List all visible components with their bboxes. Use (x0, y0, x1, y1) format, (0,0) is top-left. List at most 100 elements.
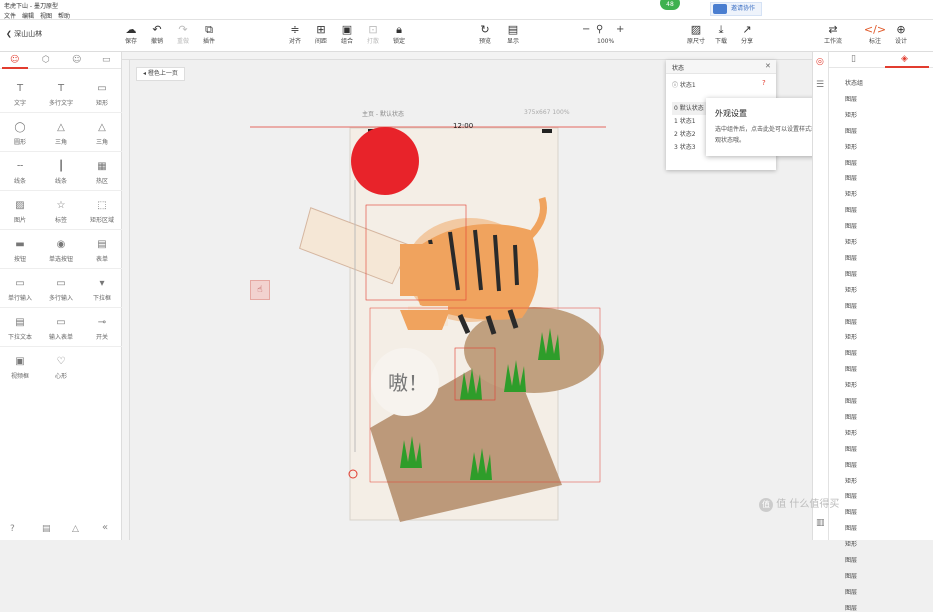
component-T[interactable]: T 文字 (0, 74, 40, 112)
component-star[interactable]: ☆ 标签 (41, 191, 81, 229)
plugin-button[interactable]: ⧉ 插件 (194, 23, 224, 45)
search-icon[interactable]: ⚲ (596, 24, 603, 35)
line-icon: ╌ (16, 161, 24, 172)
current-state[interactable]: ⓘ 状态1 (672, 80, 696, 89)
layer-item[interactable]: 矩形 (845, 428, 857, 437)
layer-item[interactable]: 图层 (845, 364, 857, 373)
close-icon[interactable]: ✕ (765, 62, 771, 70)
layer-item[interactable]: 图层 (845, 173, 857, 182)
layer-item[interactable]: 图层 (845, 269, 857, 278)
grid-divider (0, 112, 122, 113)
menu-help[interactable]: 帮助 (58, 11, 70, 20)
display-button[interactable]: ▤ 显示 (498, 23, 528, 45)
project-name[interactable]: ❮ 深山山林 (6, 29, 42, 39)
layer-item[interactable]: 矩形 (845, 285, 857, 294)
zoom-level[interactable]: 100% (597, 38, 614, 45)
share-invite-button[interactable]: 邀请协作 (710, 2, 762, 16)
target-icon[interactable]: ◎ (816, 57, 824, 67)
filter-icon[interactable]: ▥ (816, 518, 825, 528)
layer-item[interactable]: 矩形 (845, 110, 857, 119)
layer-item[interactable]: 图层 (845, 412, 857, 421)
page-icon[interactable]: ▭ (102, 55, 111, 65)
component-line[interactable]: ╌ 线条 (0, 152, 40, 190)
component-heart[interactable]: ♡ 心形 (41, 347, 81, 385)
layer-item[interactable]: 图层 (845, 571, 857, 580)
layer-item[interactable]: 图层 (845, 317, 857, 326)
share-icon: ↗ (742, 23, 752, 36)
layer-item[interactable]: 图层 (845, 126, 857, 135)
component-triangle[interactable]: △ 三角 (41, 113, 81, 151)
textarea-icon: ▭ (56, 278, 66, 289)
layer-item[interactable]: 图层 (845, 221, 857, 230)
component-hotspot[interactable]: ▦ 热区 (82, 152, 122, 190)
layer-item[interactable]: 图层 (845, 444, 857, 453)
component-area[interactable]: ⬚ 矩形区域 (82, 191, 122, 229)
emoji-icon[interactable]: ☺ (72, 55, 81, 65)
layer-item[interactable]: 图层 (845, 555, 857, 564)
smile-icon[interactable]: ☺ (10, 55, 19, 65)
workflow-button[interactable]: ⇄ 工作流 (818, 23, 848, 45)
component-triangle[interactable]: △ 三角 (82, 113, 122, 151)
component-switch[interactable]: ⊸ 开关 (82, 308, 122, 346)
sun-shape[interactable] (351, 127, 419, 195)
layers-icon[interactable]: ◈ (901, 54, 908, 64)
component-rect[interactable]: ▭ 矩形 (82, 74, 122, 112)
T-icon: T (57, 83, 65, 94)
layer-item[interactable]: 图层 (845, 253, 857, 262)
shape-icon[interactable]: △ (72, 524, 79, 534)
layer-item[interactable]: 图层 (845, 460, 857, 469)
layer-item[interactable]: 矩形 (845, 332, 857, 341)
preview-button[interactable]: ↻ 预览 (470, 23, 500, 45)
component-icon[interactable]: ⬡ (42, 55, 50, 65)
layer-item[interactable]: 矩形 (845, 476, 857, 485)
layer-item[interactable]: 图层 (845, 587, 857, 596)
layer-item[interactable]: 矩形 (845, 539, 857, 548)
share-button[interactable]: ↗ 分享 (732, 23, 762, 45)
layer-item[interactable]: 矩形 (845, 189, 857, 198)
triangle-icon: △ (57, 122, 65, 133)
layer-item[interactable]: 图层 (845, 523, 857, 532)
menu-file[interactable]: 文件 (4, 11, 16, 20)
component-dropdown[interactable]: ▤ 下拉文本 (0, 308, 40, 346)
lock-button[interactable]: 🔒︎ 锁定 (384, 23, 414, 45)
component-T[interactable]: T 多行文字 (41, 74, 81, 112)
zoom-in-button[interactable]: + (616, 24, 624, 35)
layer-item[interactable]: 图层 (845, 205, 857, 214)
design-button[interactable]: ⊕ 设计 (886, 23, 916, 45)
component-form-input[interactable]: ▭ 输入表单 (41, 308, 81, 346)
layer-item[interactable]: 图层 (845, 94, 857, 103)
component-label: 单选按钮 (48, 256, 73, 263)
layer-item[interactable]: 图层 (845, 158, 857, 167)
layer-item[interactable]: 矩形 (845, 237, 857, 246)
doc-icon[interactable]: ▤ (42, 524, 51, 534)
menu-edit[interactable]: 编辑 (22, 11, 34, 20)
component-label: 热区 (95, 178, 108, 185)
component-form[interactable]: ▤ 表单 (82, 230, 122, 268)
hand-cursor-icon[interactable]: ☝ (250, 280, 270, 300)
layer-item[interactable]: 矩形 (845, 142, 857, 151)
layer-item[interactable]: 状态组 (845, 78, 863, 87)
zoom-out-button[interactable]: − (582, 24, 590, 35)
layer-item[interactable]: 图层 (845, 348, 857, 357)
component-select[interactable]: ▾ 下拉框 (82, 269, 122, 307)
menu-view[interactable]: 视图 (40, 11, 52, 20)
layer-item[interactable]: 图层 (845, 396, 857, 405)
layer-item[interactable]: 矩形 (845, 380, 857, 389)
component-button[interactable]: ▬ 按钮 (0, 230, 40, 268)
component-textarea[interactable]: ▭ 多行输入 (41, 269, 81, 307)
collapse-icon[interactable]: « (102, 522, 108, 533)
component-image[interactable]: ▨ 图片 (0, 191, 40, 229)
question-icon[interactable]: ? (762, 79, 766, 87)
notification-badge[interactable]: 48 (660, 0, 680, 10)
component-video[interactable]: ▣ 视频框 (0, 347, 40, 385)
triangle-icon: △ (98, 122, 106, 133)
component-vline[interactable]: ┃ 线条 (41, 152, 81, 190)
page-icon[interactable]: ▯ (851, 54, 856, 64)
component-radio[interactable]: ◉ 单选按钮 (41, 230, 81, 268)
component-input[interactable]: ▭ 单行输入 (0, 269, 40, 307)
layer-item[interactable]: 图层 (845, 301, 857, 310)
component-circle[interactable]: ◯ 圆形 (0, 113, 40, 151)
help-icon[interactable]: ? (10, 524, 15, 534)
settings-icon[interactable]: ☰ (816, 80, 824, 90)
layer-item[interactable]: 图层 (845, 603, 857, 612)
